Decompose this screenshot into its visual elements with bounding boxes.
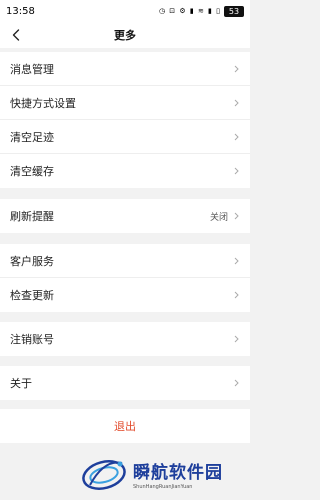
menu-item-refresh-reminder[interactable]: 刷新提醒 关闭 (0, 199, 250, 233)
menu-item-message-management[interactable]: 消息管理 (0, 52, 250, 86)
menu-item-check-update[interactable]: 检查更新 (0, 278, 250, 312)
page-title: 更多 (114, 29, 136, 42)
chevron-right-icon (232, 378, 240, 388)
status-icons-group: ◷ ⊡ ⚙ ▮ ≋ ▮ ▯ 53 (158, 5, 244, 17)
chevron-right-icon (232, 290, 240, 300)
chevron-right-icon (232, 98, 240, 108)
settings-group-support: 客户服务 检查更新 (0, 244, 250, 312)
menu-item-customer-service[interactable]: 客户服务 (0, 244, 250, 278)
chevron-left-icon (12, 29, 20, 41)
logout-group: 退出 (0, 409, 250, 443)
settings-group-general: 消息管理 快捷方式设置 清空足迹 清空缓存 (0, 52, 250, 188)
watermark-logo-icon (82, 460, 126, 490)
menu-item-label: 快捷方式设置 (10, 96, 76, 110)
logout-button[interactable]: 退出 (0, 409, 250, 443)
menu-item-label: 注销账号 (10, 333, 54, 346)
status-indicators-icon: ◷ ⊡ ⚙ ▮ ≋ ▮ ▯ (158, 7, 221, 15)
chevron-right-icon (232, 64, 240, 74)
settings-group-refresh: 刷新提醒 关闭 (0, 199, 250, 233)
menu-item-clear-history[interactable]: 清空足迹 (0, 120, 250, 154)
battery-icon: 53 (224, 5, 244, 17)
menu-item-label: 刷新提醒 (10, 210, 54, 223)
menu-item-label: 检查更新 (10, 289, 54, 302)
menu-item-label: 清空足迹 (10, 130, 54, 144)
watermark: 瞬航软件园 ShunHangRuanJianYuan (80, 448, 250, 500)
status-bar: 13:58 ◷ ⊡ ⚙ ▮ ≋ ▮ ▯ 53 (0, 0, 250, 22)
chevron-right-icon (232, 132, 240, 142)
nav-bar: 更多 (0, 22, 250, 48)
menu-item-shortcut-settings[interactable]: 快捷方式设置 (0, 86, 250, 120)
logout-label: 退出 (114, 420, 136, 433)
menu-item-about[interactable]: 关于 (0, 366, 250, 400)
menu-item-label: 关于 (10, 377, 32, 390)
chevron-right-icon (232, 334, 240, 344)
chevron-right-icon (232, 211, 240, 221)
chevron-right-icon (232, 256, 240, 266)
menu-item-clear-cache[interactable]: 清空缓存 (0, 154, 250, 188)
status-time: 13:58 (6, 5, 35, 17)
menu-item-label: 消息管理 (10, 62, 54, 76)
back-button[interactable] (6, 25, 26, 45)
settings-group-about: 关于 (0, 366, 250, 400)
watermark-text: 瞬航软件园 ShunHangRuanJianYuan (133, 458, 223, 490)
menu-item-right: 关闭 (210, 210, 240, 223)
watermark-name: 瞬航软件园 (133, 463, 223, 483)
settings-group-account: 注销账号 (0, 322, 250, 356)
chevron-right-icon (232, 166, 240, 176)
menu-item-label: 清空缓存 (10, 165, 54, 178)
refresh-reminder-value: 关闭 (209, 212, 228, 223)
menu-item-label: 客户服务 (10, 254, 54, 268)
menu-item-delete-account[interactable]: 注销账号 (0, 322, 250, 356)
watermark-pinyin: ShunHangRuanJianYuan (133, 484, 193, 490)
